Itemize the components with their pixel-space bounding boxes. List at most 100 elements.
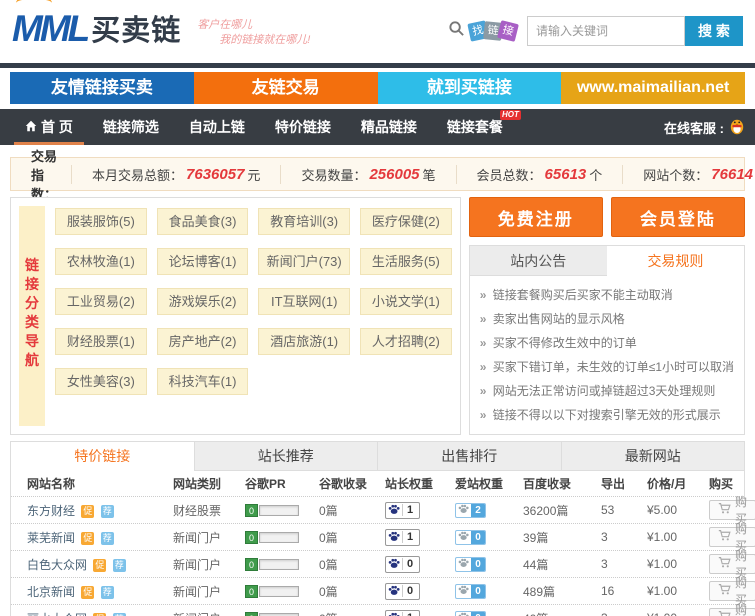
- buy-button[interactable]: 购买: [709, 527, 755, 547]
- header-divider: [0, 63, 755, 68]
- search-input[interactable]: [527, 16, 685, 46]
- baidu-index-count: 44篇: [523, 556, 601, 573]
- category-item[interactable]: 生活服务(5): [360, 248, 452, 275]
- rule-bullet: »: [480, 288, 487, 302]
- aizhan-weight-badge: 0: [455, 530, 486, 545]
- category-item[interactable]: 科技汽车(1): [157, 368, 249, 395]
- pr-value: 0: [245, 612, 258, 616]
- category-item[interactable]: 食品美食(3): [157, 208, 249, 235]
- buy-button[interactable]: 购买: [709, 608, 755, 616]
- col-aizhan-weight: 爱站权重: [455, 475, 523, 492]
- search-zone: 找 链 接 搜 索: [448, 16, 743, 46]
- nav-item-special-links[interactable]: 特价链接: [260, 109, 346, 145]
- account-panel: 免费注册 会员登陆 站内公告 交易规则 » 链接套餐购买后买家不能主动取消 » …: [469, 197, 745, 435]
- category-item[interactable]: 女性美容(3): [55, 368, 147, 395]
- rule-item[interactable]: » 卖家出售网站的显示风格: [480, 307, 734, 331]
- aizhan-weight-badge: 0: [455, 557, 486, 572]
- banner-site-url[interactable]: www.maimailian.net: [561, 72, 745, 104]
- rule-item[interactable]: » 网站无法正常访问或掉链超过3天处理规则: [480, 379, 734, 403]
- nav-item-link-filter[interactable]: 链接筛选: [88, 109, 174, 145]
- site-name-link[interactable]: 莱芜新闻: [27, 531, 75, 545]
- nav-item-home[interactable]: 首 页: [10, 109, 88, 145]
- baidu-index-count: 489篇: [523, 583, 601, 600]
- rule-item[interactable]: » 链接不得以以下对搜索引擎无效的形式展示: [480, 403, 734, 427]
- tab-trade-rules[interactable]: 交易规则: [607, 246, 744, 276]
- cart-icon: [718, 583, 731, 599]
- category-item[interactable]: 服装服饰(5): [55, 208, 147, 235]
- rule-item[interactable]: » 买家下错订单，未生效的订单≤1小时可以取消: [480, 355, 734, 379]
- category-item[interactable]: 财经股票(1): [55, 328, 147, 355]
- tab-sales-ranking[interactable]: 出售排行: [378, 442, 562, 471]
- rules-list: » 链接套餐购买后买家不能主动取消 » 卖家出售网站的显示风格 » 买家不得修改…: [470, 276, 744, 434]
- site-name-link[interactable]: 白色大众网: [27, 558, 87, 572]
- banner-buy-links-here[interactable]: 就到买链接: [378, 72, 562, 104]
- slogan-line2: 我的链接就在哪儿!: [197, 33, 310, 48]
- google-pr-indicator: 0: [245, 585, 319, 598]
- category-item[interactable]: IT互联网(1): [258, 288, 350, 315]
- banner-friend-links-trade[interactable]: 友情链接买卖: [10, 72, 194, 104]
- nav-item-label: 首 页: [41, 109, 73, 145]
- buy-button[interactable]: 购买: [709, 581, 755, 601]
- site-name-link[interactable]: 东方财经: [27, 504, 75, 518]
- category-item[interactable]: 游戏娱乐(2): [157, 288, 249, 315]
- nav-item-auto-link[interactable]: 自动上链: [174, 109, 260, 145]
- pr-bar: [259, 559, 299, 570]
- nav-item-label: 链接筛选: [103, 109, 159, 145]
- logo-chinese-text: 买卖链: [91, 14, 181, 48]
- slogan: 客户在哪儿 我的链接就在哪儿!: [197, 18, 310, 48]
- banner-link-exchange[interactable]: 友链交易: [194, 72, 378, 104]
- category-item[interactable]: 小说文学(1): [360, 288, 452, 315]
- main-navbar: 首 页 链接筛选 自动上链 特价链接 精品链接 链接套餐 HOT 在线客服 :: [0, 109, 755, 145]
- buy-button[interactable]: 购买: [709, 554, 755, 574]
- qq-penguin-icon[interactable]: [729, 117, 745, 138]
- aizhan-weight-badge: 0: [455, 611, 486, 616]
- baidu-index-count: 40篇: [523, 610, 601, 616]
- main-content: 链接分类导航 服装服饰(5) 食品美食(3) 教育培训(3) 医疗保健(2) 农…: [10, 197, 745, 435]
- baidu-index-count: 39篇: [523, 529, 601, 546]
- site-name-link[interactable]: 北京新闻: [27, 585, 75, 599]
- tab-site-announcements[interactable]: 站内公告: [470, 246, 607, 276]
- category-vertical-label: 链接分类导航: [19, 206, 45, 426]
- col-google-index: 谷歌收录: [319, 475, 385, 492]
- search-button[interactable]: 搜 索: [685, 16, 743, 46]
- tab-webmaster-recommend[interactable]: 站长推荐: [195, 442, 379, 471]
- cart-icon: [718, 529, 731, 545]
- nav-item-link-packages[interactable]: 链接套餐 HOT: [432, 109, 518, 145]
- paw-icon: [456, 584, 471, 598]
- category-item[interactable]: 新闻门户(73): [258, 248, 350, 275]
- login-button[interactable]: 会员登陆: [611, 197, 745, 237]
- buy-button[interactable]: 购买: [709, 500, 755, 520]
- category-item[interactable]: 工业贸易(2): [55, 288, 147, 315]
- stat-unit: 笔: [423, 165, 436, 184]
- category-item[interactable]: 论坛博客(1): [157, 248, 249, 275]
- pr-bar: [259, 505, 299, 516]
- category-item[interactable]: 房产地产(2): [157, 328, 249, 355]
- pr-bar: [259, 532, 299, 543]
- category-item[interactable]: 农林牧渔(1): [55, 248, 147, 275]
- recommend-badge-icon: 荐: [101, 586, 114, 599]
- find-link-tiles-icon: 找 链 接: [469, 22, 517, 40]
- col-site-category: 网站类别: [173, 475, 245, 492]
- chinaz-weight-badge: 0: [385, 583, 420, 600]
- price-per-month: ¥1.00: [647, 611, 709, 616]
- col-site-name: 网站名称: [27, 475, 173, 492]
- trade-index-title: 交易指数：: [17, 146, 71, 203]
- rule-bullet: »: [480, 360, 487, 374]
- rule-item[interactable]: » 买家不得修改生效中的订单: [480, 331, 734, 355]
- category-item[interactable]: 教育培训(3): [258, 208, 350, 235]
- rule-item[interactable]: » 链接套餐购买后买家不能主动取消: [480, 283, 734, 307]
- category-item[interactable]: 酒店旅游(1): [258, 328, 350, 355]
- tab-newest-sites[interactable]: 最新网站: [562, 442, 745, 471]
- trade-index-bar: 交易指数： 本月交易总额： 7636057 元 交易数量： 256005 笔 会…: [10, 157, 745, 191]
- register-button[interactable]: 免费注册: [469, 197, 603, 237]
- nav-item-premium-links[interactable]: 精品链接: [346, 109, 432, 145]
- category-item[interactable]: 人才招聘(2): [360, 328, 452, 355]
- logo-mml-text: MML: [12, 10, 91, 48]
- stat-member-count: 会员总数： 65613 个: [456, 165, 623, 184]
- cart-icon: [718, 556, 731, 572]
- tab-special-links[interactable]: 特价链接: [11, 442, 195, 471]
- site-name-link[interactable]: 丽水大众网: [27, 612, 87, 616]
- site-logo[interactable]: MML 买卖链: [12, 10, 181, 48]
- chinaz-weight-badge: 0: [385, 556, 420, 573]
- category-item[interactable]: 医疗保健(2): [360, 208, 452, 235]
